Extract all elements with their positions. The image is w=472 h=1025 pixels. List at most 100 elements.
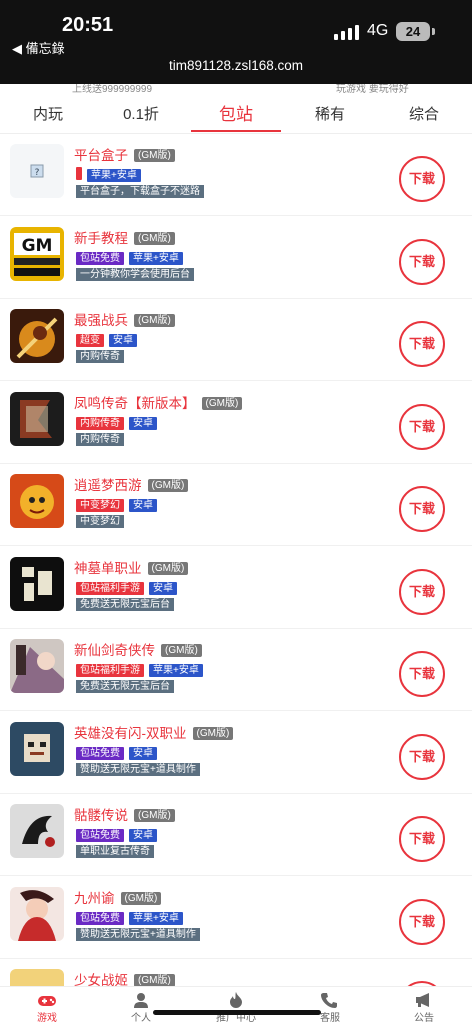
game-list: ? 平台盒子 (GM版) 苹果+安卓 平台盒子，下载盒子不迷路 下载 GM 新手教程 (GM版)… [0,134,472,986]
download-button[interactable]: 下载 [399,156,445,202]
game-description: 赞助送无限元宝+道具制作 [76,927,200,941]
nav-announcements-label: 公告 [414,1013,434,1024]
nav-games-label: 游戏 [37,1013,57,1024]
game-title: 平台盒子 [74,148,128,163]
download-button[interactable]: 下载 [399,238,445,285]
xianjian-icon[interactable] [10,639,64,693]
question-box-icon[interactable]: ? [10,144,64,198]
download-button[interactable]: 下载 [399,816,445,862]
gm-badge: (GM版) [147,561,189,575]
person-icon [134,993,148,1008]
game-description: 内购传奇 [76,350,124,363]
category-tabs: 内玩 0.1折 包站 稀有 综合 [0,96,472,134]
game-title: 逍遥梦西游 [74,478,142,493]
game-row[interactable]: 最强战兵 (GM版) 超变 安卓 内购传奇 下载 [0,299,472,381]
game-name[interactable]: 少女战姬 (GM版) [74,969,175,986]
game-name[interactable]: 平台盒子 (GM版) [74,144,175,164]
game-name[interactable]: 神墓单职业 (GM版) [74,557,189,577]
game-tag: 安卓 [149,581,177,595]
signal-icon [334,24,360,40]
hero-icon[interactable] [10,721,64,776]
tab-rare[interactable]: 稀有 [290,96,370,134]
jiuzhou-icon[interactable] [10,886,64,941]
girl-warrior-icon[interactable] [10,969,64,986]
gm-badge: (GM版) [201,396,243,410]
game-name[interactable]: 凤鸣传奇【新版本】 (GM版) [74,392,243,412]
download-button[interactable]: 下载 [399,403,445,450]
game-row[interactable]: 英雄没有闪-双职业 (GM版) 包站免费 安卓 赞助送无限元宝+道具制作 下载 [0,712,472,794]
tag-list: 包站免费 苹果+安卓 [76,248,188,265]
gm-badge: (GM版) [120,891,162,905]
game-tag: 包站福利手游 [76,581,144,595]
game-name[interactable]: 英雄没有闪-双职业 (GM版) [74,722,234,742]
gm-badge: (GM版) [134,974,175,986]
battery-icon: 24 [396,22,435,41]
game-tag: 包站免费 [76,251,124,265]
gamepad-icon [38,996,56,1006]
active-tab-underline [191,130,281,132]
game-description: 一分钟教你学会使用后台 [76,267,194,281]
gm-tutorial-icon[interactable]: GM [10,226,64,281]
game-tag: 安卓 [129,416,157,430]
browser-url[interactable]: tim891128.zsl168.com [0,58,472,73]
svg-text:?: ? [35,168,40,178]
game-row[interactable]: 凤鸣传奇【新版本】 (GM版) 内购传奇 安卓 内购传奇 下载 [0,382,472,464]
shenmu-icon[interactable] [10,556,64,611]
ghost-left-text: 上线送999999999 [72,84,153,95]
game-name[interactable]: 骷髅传说 (GM版) [74,804,175,824]
tag-list: 中变梦幻 安卓 [76,495,162,512]
tab-discount[interactable]: 0.1折 [101,96,181,134]
download-button[interactable]: 下载 [399,733,445,780]
ghost-right-text: 玩游戏 要玩得好 [336,84,409,95]
nav-announcements[interactable]: 公告 [394,987,454,1025]
download-button[interactable]: 下载 [399,321,445,367]
home-indicator [153,1010,321,1015]
game-tag: 包站免费 [76,829,124,842]
game-tag: 安卓 [129,499,157,512]
skull-dragon-icon[interactable] [10,804,64,858]
svg-text:GM: GM [22,236,53,256]
game-row[interactable]: 九州谕 (GM版) 包站免费 苹果+安卓 赞助送无限元宝+道具制作 下载 [0,877,472,959]
game-row[interactable]: 新仙剑奇侠传 (GM版) 包站福利手游 苹果+安卓 免费送无限元宝后台 下载 [0,629,472,711]
game-name[interactable]: 新仙剑奇侠传 (GM版) [74,639,202,659]
download-button[interactable]: 下载 [399,568,445,615]
game-title: 骷髅传说 [74,808,128,823]
game-name[interactable]: 逍遥梦西游 (GM版) [74,474,189,494]
game-title: 神墓单职业 [74,560,142,576]
game-description: 内购传奇 [76,432,124,446]
tab-all[interactable]: 综合 [384,96,464,134]
gm-badge: (GM版) [161,644,202,657]
scrolled-header-remnant: 上线送999999999 玩游戏 要玩得好 [0,84,472,96]
gm-badge: (GM版) [134,314,175,327]
dragon-slayer-icon[interactable] [10,391,64,446]
game-title: 少女战姬 [74,973,128,986]
download-button[interactable]: 下载 [399,898,445,945]
gm-badge: (GM版) [147,479,189,492]
game-tag: 苹果+安卓 [149,664,203,677]
game-name[interactable]: 九州谕 (GM版) [74,887,162,907]
game-tag: 安卓 [109,334,137,347]
back-to-app-link[interactable]: ◀ 備忘錄 [12,38,65,57]
tag-list: 苹果+安卓 [76,165,146,182]
journey-west-icon[interactable] [10,474,64,528]
download-button[interactable]: 下载 [399,651,445,697]
gm-badge: (GM版) [134,231,175,245]
warrior-icon[interactable] [10,309,64,363]
game-row[interactable]: GM 新手教程 (GM版) 包站免费 苹果+安卓 一分钟教你学会使用后台 下载 [0,217,472,299]
nav-games[interactable]: 游戏 [17,987,77,1025]
download-button[interactable]: 下载 [399,486,445,532]
tab-neiwan[interactable]: 内玩 [8,96,88,134]
nav-support[interactable]: 客服 [300,987,360,1025]
game-row[interactable]: ? 平台盒子 (GM版) 苹果+安卓 平台盒子，下载盒子不迷路 下载 [0,134,472,216]
game-name[interactable]: 最强战兵 (GM版) [74,309,175,329]
game-title: 英雄没有闪-双职业 [74,725,187,741]
nav-profile[interactable]: 个人 [111,987,171,1025]
game-row[interactable]: 少女战姬(GM版)下载 [0,959,472,986]
game-row[interactable]: 神墓单职业 (GM版) 包站福利手游 安卓 免费送无限元宝后台 下载 [0,547,472,629]
tab-baozhan[interactable]: 包站 [196,96,276,134]
game-row[interactable]: 骷髅传说 (GM版) 包站免费 安卓 单职业复古传奇 下载 [0,794,472,876]
game-name[interactable]: 新手教程 (GM版) [74,227,175,247]
game-row[interactable]: 逍遥梦西游 (GM版) 中变梦幻 安卓 中变梦幻 下载 [0,464,472,546]
game-title: 新仙剑奇侠传 [74,643,155,658]
nav-promo-center[interactable]: 推广中心 [206,987,266,1025]
